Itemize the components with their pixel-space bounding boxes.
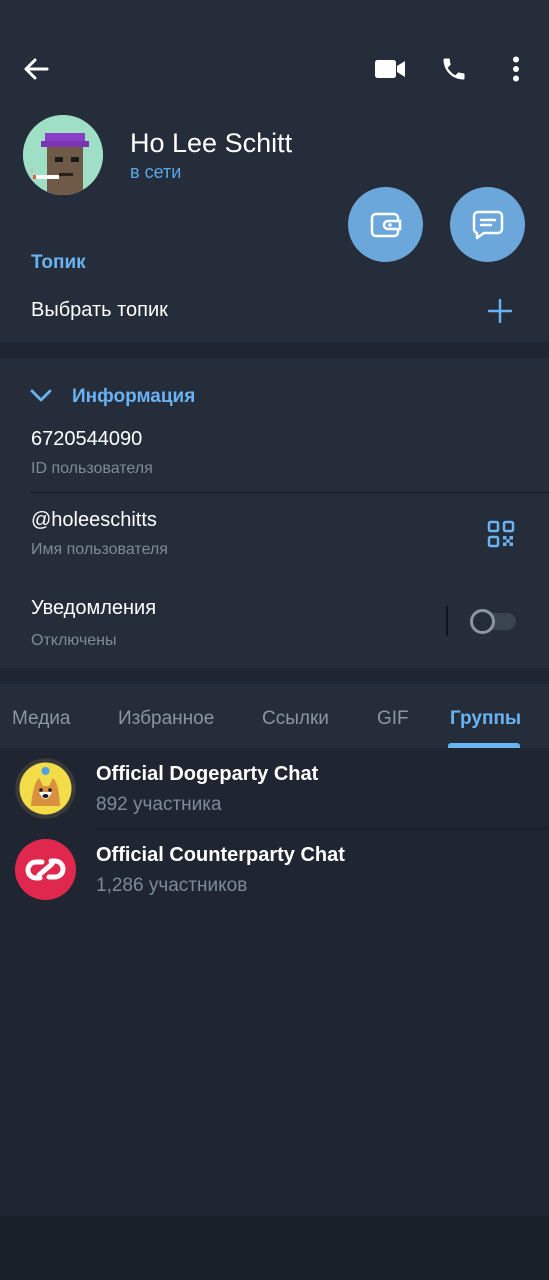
phone-icon — [443, 58, 465, 80]
doge-avatar-icon — [15, 758, 76, 819]
profile-header: Ho Lee Schitt в сети — [0, 0, 549, 225]
qr-code-button[interactable] — [484, 517, 518, 551]
avatar[interactable] — [23, 115, 103, 195]
video-camera-icon — [375, 60, 405, 78]
counterparty-logo-icon — [15, 839, 76, 900]
qr-code-icon — [487, 520, 515, 548]
notifications-toggle[interactable] — [470, 609, 517, 634]
group-members: 892 участника — [96, 794, 222, 815]
online-status: в сети — [130, 162, 182, 182]
toggle-separator — [446, 606, 448, 636]
call-button[interactable] — [434, 50, 474, 88]
tab-media[interactable]: Медиа — [12, 708, 70, 730]
plus-icon — [488, 299, 512, 323]
pixel-punk-avatar-icon — [23, 115, 103, 195]
tab-groups[interactable]: Группы — [450, 708, 521, 730]
video-call-button[interactable] — [370, 52, 410, 86]
list-item[interactable]: Official Dogeparty Chat 892 участника — [0, 748, 549, 829]
chevron-down-icon — [30, 389, 52, 402]
tab-links[interactable]: Ссылки — [262, 708, 329, 730]
info-section: Информация 6720544090 ID пользователя @h… — [0, 358, 549, 668]
notifications-state: Отключены — [31, 632, 117, 649]
tab-gif[interactable]: GIF — [377, 708, 409, 730]
message-button[interactable] — [450, 187, 525, 262]
tab-favorites[interactable]: Избранное — [118, 708, 214, 730]
group-name: Official Dogeparty Chat — [96, 763, 319, 785]
more-vertical-icon — [513, 56, 519, 82]
wallet-icon — [370, 212, 401, 237]
message-icon — [472, 210, 503, 239]
info-title: Информация — [72, 386, 196, 407]
bottom-navigation-bar — [0, 1216, 549, 1280]
toggle-knob — [470, 609, 495, 634]
username-label: Имя пользователя — [31, 541, 168, 558]
wallet-button[interactable] — [348, 187, 423, 262]
media-tabs: Медиа Избранное Ссылки GIF Группы — [0, 684, 549, 748]
group-members: 1,286 участников — [96, 875, 248, 896]
add-topic-button[interactable] — [484, 295, 516, 327]
group-avatar — [15, 839, 76, 900]
group-name: Official Counterparty Chat — [96, 844, 345, 866]
info-collapse-button[interactable] — [28, 384, 54, 408]
user-id-value[interactable]: 6720544090 — [31, 428, 142, 451]
notifications-label[interactable]: Уведомления — [31, 597, 156, 620]
more-menu-button[interactable] — [502, 50, 530, 88]
group-avatar — [15, 758, 76, 819]
profile-name: Ho Lee Schitt — [130, 128, 293, 158]
user-id-label: ID пользователя — [31, 460, 153, 477]
username-value[interactable]: @holeeschitts — [31, 509, 157, 532]
divider — [31, 492, 549, 493]
topic-title: Топик — [31, 252, 86, 273]
list-item[interactable]: Official Counterparty Chat 1,286 участни… — [0, 829, 549, 909]
back-button[interactable] — [16, 50, 56, 88]
select-topic-label[interactable]: Выбрать топик — [31, 299, 168, 322]
arrow-left-icon — [24, 58, 49, 80]
